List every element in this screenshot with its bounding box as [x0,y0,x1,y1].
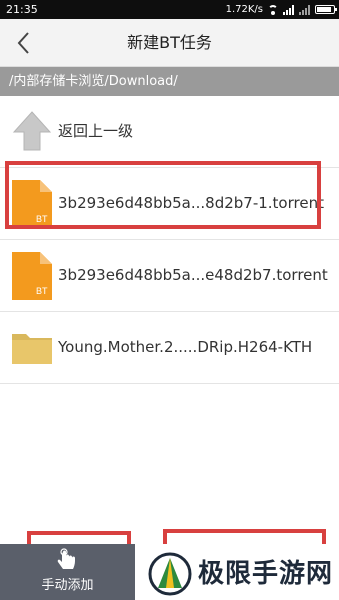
torrent-file-icon: BT [12,180,52,228]
watermark-brand: 极限手游网 [148,550,339,598]
add-manual-button[interactable]: 手动添加 [0,544,135,600]
wifi-icon [267,4,279,15]
title-bar: 新建BT任务 [0,19,339,67]
bottom-bar: 手动添加 极限手游网 [0,544,339,600]
list-item-label: 返回上一级 [58,122,134,140]
torrent-badge: BT [36,214,48,224]
torrent-badge: BT [36,286,48,296]
list-item-parent[interactable]: 返回上一级 [0,96,339,168]
status-time: 21:35 [6,3,38,16]
page-title: 新建BT任务 [127,33,212,52]
network-speed: 1.72K/s [225,4,263,15]
list-item-label: Young.Mother.2.....DRip.H264-KTH [58,338,313,356]
brand-name: 极限手游网 [198,559,334,589]
status-icons: 1.72K/s [225,0,337,19]
status-bar: 21:35 1.72K/s [0,0,339,19]
signal-icon [283,4,295,15]
breadcrumb: /内部存储卡浏览/Download/ [0,67,339,96]
battery-icon [315,5,337,14]
list-item-torrent[interactable]: BT 3b293e6d48bb5a...e48d2b7.torrent [0,240,339,312]
torrent-file-icon: BT [12,252,52,300]
list-item-torrent[interactable]: BT 3b293e6d48bb5a...8d2b7-1.torrent [0,168,339,240]
hand-pointer-icon [57,548,75,569]
add-manual-label: 手动添加 [41,578,94,593]
folder-icon [12,334,52,364]
up-arrow-icon [12,111,52,151]
list-item-label: 3b293e6d48bb5a...8d2b7-1.torrent [58,194,324,212]
list-item-folder[interactable]: Young.Mother.2.....DRip.H264-KTH [0,312,339,384]
brand-logo-icon [148,552,192,596]
file-list: 返回上一级 BT 3b293e6d48bb5a...8d2b7-1.torren… [0,96,339,384]
list-item-label: 3b293e6d48bb5a...e48d2b7.torrent [58,266,328,284]
signal-icon-2 [299,4,311,15]
